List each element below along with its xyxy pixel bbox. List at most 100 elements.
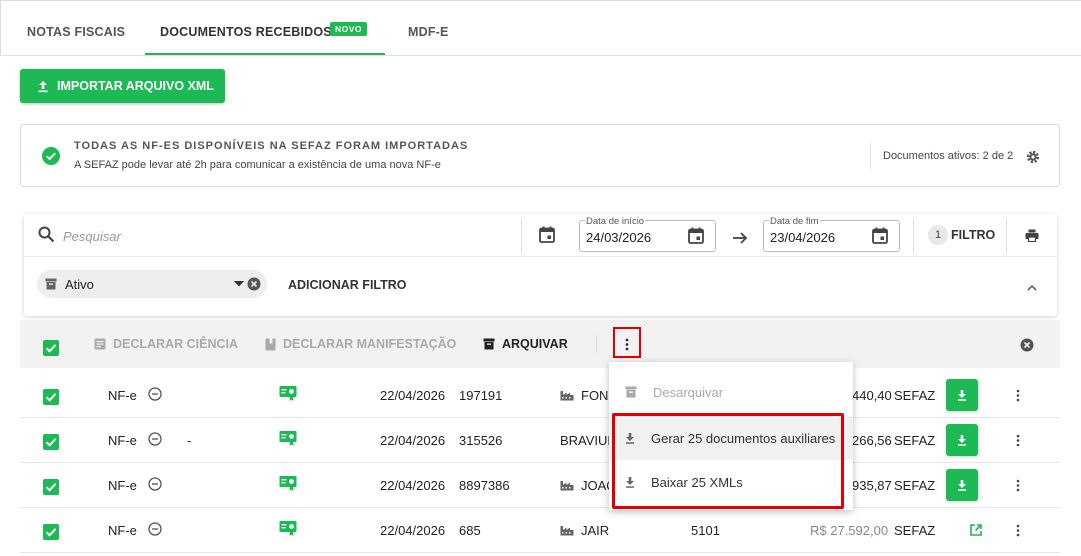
gear-icon[interactable] [1026,150,1040,164]
external-link-icon[interactable] [970,524,982,536]
row-number: 197191 [459,388,503,403]
end-date-label: Data de fim [769,216,820,227]
row-date: 22/04/2026 [380,478,446,493]
import-status-title: TODAS AS NF-ES DISPONÍVEIS NA SEFAZ FORA… [74,140,469,152]
certificate-icon [279,386,297,401]
row-value: 440,40 [852,388,892,403]
divider [870,143,871,169]
row-checkbox[interactable] [43,389,59,405]
document-type: NF-e [108,523,137,538]
status-filter-chip[interactable]: Ativo [37,270,267,298]
archive-button[interactable]: ARQUIVAR [483,337,568,351]
select-all-checkbox[interactable] [43,340,59,356]
menu-item-unarchive[interactable]: Desarquivar [609,370,853,414]
row-more-options-icon[interactable] [1016,479,1020,492]
import-status-subtitle: A SEFAZ pode levar até 2h para comunicar… [74,159,441,171]
download-icon [958,389,966,401]
row-date: 22/04/2026 [380,433,446,448]
tab-notas-fiscais[interactable]: NOTAS FISCAIS [27,25,125,39]
end-date-field[interactable]: Data de fim 23/04/2026 [763,216,900,252]
import-xml-label: IMPORTAR ARQUIVO XML [57,79,214,93]
book-icon [265,338,276,350]
divider [1006,219,1007,253]
row-number: 315526 [459,433,503,448]
archive-label: ARQUIVAR [502,337,568,351]
import-xml-button[interactable]: IMPORTAR ARQUIVO XML [20,69,225,103]
calendar-icon[interactable] [688,227,704,244]
row-origin: SEFAZ [894,523,936,538]
certificate-icon [279,476,297,491]
row-value: 935,87 [852,478,892,493]
download-icon [958,479,966,491]
calendar-icon[interactable] [539,226,555,243]
certificate-icon [279,521,297,536]
table-row[interactable]: NF-e 22/04/2026 8897386 JOAQ 935,87 SEFA… [20,463,1060,508]
close-selection-icon[interactable] [1020,338,1034,352]
row-date: 22/04/2026 [380,523,446,538]
active-tab-indicator [145,53,385,55]
row-origin: SEFAZ [894,433,936,448]
end-date-value: 23/04/2026 [770,230,836,245]
tab-documentos-recebidos[interactable]: DOCUMENTOS RECEBIDOS [160,25,332,39]
minus-circle-icon [148,432,162,446]
calendar-icon[interactable] [872,227,888,244]
row-more-options-icon[interactable] [1016,524,1020,537]
row-value: 266,56 [852,433,892,448]
row-value: R$ 27.592,00 [810,523,889,538]
row-checkbox[interactable] [43,434,59,450]
table-row[interactable]: NF-e 22/04/2026 685 JAIR 5101 R$ 27.592,… [20,508,1060,553]
dropdown-arrow-icon[interactable] [234,281,244,287]
row-checkbox[interactable] [43,479,59,495]
upload-icon [38,80,48,92]
search-icon [38,226,55,243]
clear-icon[interactable] [247,277,261,291]
document-icon [94,338,106,350]
minus-circle-icon [148,522,162,536]
filter-panel: Pesquisar Data de início 24/03/2026 Data… [24,214,1057,316]
unarchive-icon [625,386,637,398]
download-button[interactable] [946,469,978,501]
row-extra: - [187,433,192,448]
declare-awareness-label: DECLARAR CIÊNCIA [113,337,238,351]
bulk-actions-bar: DECLARAR CIÊNCIA DECLARAR MANIFESTAÇÃO A… [20,320,1060,368]
row-checkbox[interactable] [43,524,59,540]
row-number: 685 [459,523,481,538]
table-row[interactable]: NF-e - 22/04/2026 315526 BRAVIUN 266,56 … [20,418,1060,463]
print-icon[interactable] [1025,229,1039,242]
divider [521,219,522,253]
tab-mdfe[interactable]: MDF-E [408,25,449,39]
row-cfop: 5101 [691,523,720,538]
declare-awareness-button[interactable]: DECLARAR CIÊNCIA [94,337,238,351]
start-date-value: 24/03/2026 [586,230,652,245]
row-number: 8897386 [459,478,510,493]
add-filter-button[interactable]: ADICIONAR FILTRO [288,278,407,292]
download-icon [958,434,966,446]
row-origin: SEFAZ [894,388,936,403]
row-origin: SEFAZ [894,478,936,493]
filter-button[interactable]: FILTRO [951,228,995,242]
row-more-options-icon[interactable] [1016,434,1020,447]
status-filter-label: Ativo [65,277,94,292]
highlight-box [613,327,641,358]
active-documents-count: Documentos ativos: 2 de 2 [883,150,1014,162]
check-circle-icon [42,147,60,165]
highlight-box [612,413,844,509]
start-date-field[interactable]: Data de início 24/03/2026 [579,216,716,252]
factory-icon [560,526,574,536]
row-more-options-icon[interactable] [1016,389,1020,402]
divider [596,335,597,353]
document-type: NF-e [108,478,137,493]
divider [913,219,914,253]
archive-icon [45,278,57,290]
start-date-label: Data de início [585,216,646,227]
menu-item-unarchive-label: Desarquivar [653,384,724,400]
filter-count-badge: 1 [928,225,948,245]
table-row[interactable]: NF-e 22/04/2026 197191 FONS 440,40 SEFAZ [20,373,1060,418]
search-input[interactable]: Pesquisar [63,229,121,244]
tabs-bar: NOTAS FISCAIS DOCUMENTOS RECEBIDOS NOVO … [0,0,1081,56]
download-button[interactable] [946,424,978,456]
minus-circle-icon [148,387,162,401]
declare-manifestation-button[interactable]: DECLARAR MANIFESTAÇÃO [265,337,456,351]
chevron-up-icon[interactable] [1027,284,1037,291]
download-button[interactable] [946,379,978,411]
